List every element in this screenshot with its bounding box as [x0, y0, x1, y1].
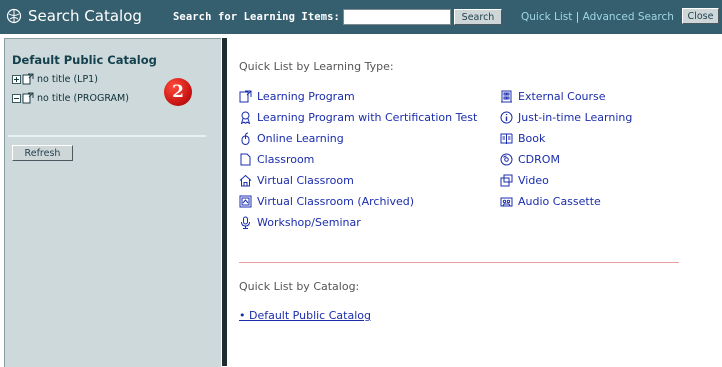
- header-bar: Search Catalog Search for Learning Items…: [0, 0, 722, 34]
- collapse-minus-icon[interactable]: [12, 93, 21, 103]
- expand-plus-icon[interactable]: [12, 74, 21, 84]
- main-content: Quick List by Learning Type: Learning Pr…: [227, 34, 722, 366]
- house-icon: [239, 174, 252, 187]
- microphone-icon: [239, 216, 252, 229]
- link-separator: |: [575, 11, 580, 23]
- sidebar-catalog-title: Default Public Catalog: [12, 53, 157, 67]
- disc-icon: [500, 153, 513, 166]
- tree-item-lp1[interactable]: no title (LP1): [12, 72, 98, 86]
- item-label[interactable]: Just-in-time Learning: [518, 111, 632, 124]
- search-input[interactable]: [343, 9, 451, 25]
- document-arrow-icon: [22, 92, 34, 104]
- close-button[interactable]: Close: [682, 8, 719, 24]
- app-title: Search Catalog: [28, 7, 142, 25]
- item-label[interactable]: Book: [518, 132, 545, 145]
- document-arrow-icon: [239, 90, 252, 103]
- learning-type-workshop-seminar[interactable]: Workshop/Seminar: [239, 216, 361, 229]
- search-button[interactable]: Search: [454, 9, 502, 25]
- learning-type-learning-program[interactable]: Learning Program: [239, 90, 355, 103]
- info-circle-icon: [500, 111, 513, 124]
- learning-type-classroom[interactable]: Classroom: [239, 153, 314, 166]
- learning-type-program-cert[interactable]: Learning Program with Certification Test: [239, 111, 477, 124]
- catalog-heading: Quick List by Catalog:: [239, 280, 360, 293]
- item-label[interactable]: Audio Cassette: [518, 195, 601, 208]
- learning-type-book[interactable]: Book: [500, 132, 545, 145]
- default-public-catalog-link[interactable]: • Default Public Catalog: [239, 309, 371, 322]
- document-arrow-icon: [22, 73, 34, 85]
- award-ribbon-icon: [239, 111, 252, 124]
- video-icon: [500, 174, 513, 187]
- item-label[interactable]: Learning Program with Certification Test: [257, 111, 477, 124]
- tree-item-label[interactable]: no title (PROGRAM): [37, 93, 129, 104]
- item-label[interactable]: Workshop/Seminar: [257, 216, 361, 229]
- tree-item-program[interactable]: no title (PROGRAM): [12, 91, 129, 105]
- header-links: Quick List | Advanced Search: [521, 11, 674, 23]
- learning-type-audio-cassette[interactable]: Audio Cassette: [500, 195, 601, 208]
- catalog-sidebar: Default Public Catalog no title (LP1) no…: [4, 38, 221, 367]
- item-label[interactable]: Virtual Classroom: [257, 174, 354, 187]
- section-divider: [239, 262, 679, 263]
- item-label[interactable]: External Course: [518, 90, 606, 103]
- tree-item-label[interactable]: no title (LP1): [37, 74, 98, 85]
- learning-type-external-course[interactable]: External Course: [500, 90, 606, 103]
- learning-type-heading: Quick List by Learning Type:: [239, 60, 394, 73]
- item-label[interactable]: Virtual Classroom (Archived): [257, 195, 414, 208]
- learning-type-virtual-classroom[interactable]: Virtual Classroom: [239, 174, 354, 187]
- mouse-icon: [239, 132, 252, 145]
- book-icon: [500, 132, 513, 145]
- document-icon: [239, 153, 252, 166]
- learning-type-cdrom[interactable]: CDROM: [500, 153, 560, 166]
- item-label[interactable]: Learning Program: [257, 90, 355, 103]
- step-number-badge: 2: [164, 78, 192, 106]
- item-label[interactable]: Online Learning: [257, 132, 344, 145]
- learning-type-online-learning[interactable]: Online Learning: [239, 132, 344, 145]
- cassette-icon: [500, 195, 513, 208]
- search-label: Search for Learning Items:: [173, 11, 340, 23]
- learning-type-virtual-classroom-archived[interactable]: Virtual Classroom (Archived): [239, 195, 414, 208]
- advanced-search-link[interactable]: Advanced Search: [583, 11, 674, 23]
- learning-type-just-in-time[interactable]: Just-in-time Learning: [500, 111, 632, 124]
- sidebar-divider: [8, 135, 206, 137]
- building-icon: [500, 90, 513, 103]
- item-label[interactable]: Classroom: [257, 153, 314, 166]
- item-label[interactable]: CDROM: [518, 153, 560, 166]
- globe-hand-icon: [6, 8, 22, 24]
- refresh-button[interactable]: Refresh: [12, 145, 73, 161]
- item-label[interactable]: Video: [518, 174, 549, 187]
- archived-screen-icon: [239, 195, 252, 208]
- learning-type-video[interactable]: Video: [500, 174, 549, 187]
- quick-list-link[interactable]: Quick List: [521, 11, 572, 23]
